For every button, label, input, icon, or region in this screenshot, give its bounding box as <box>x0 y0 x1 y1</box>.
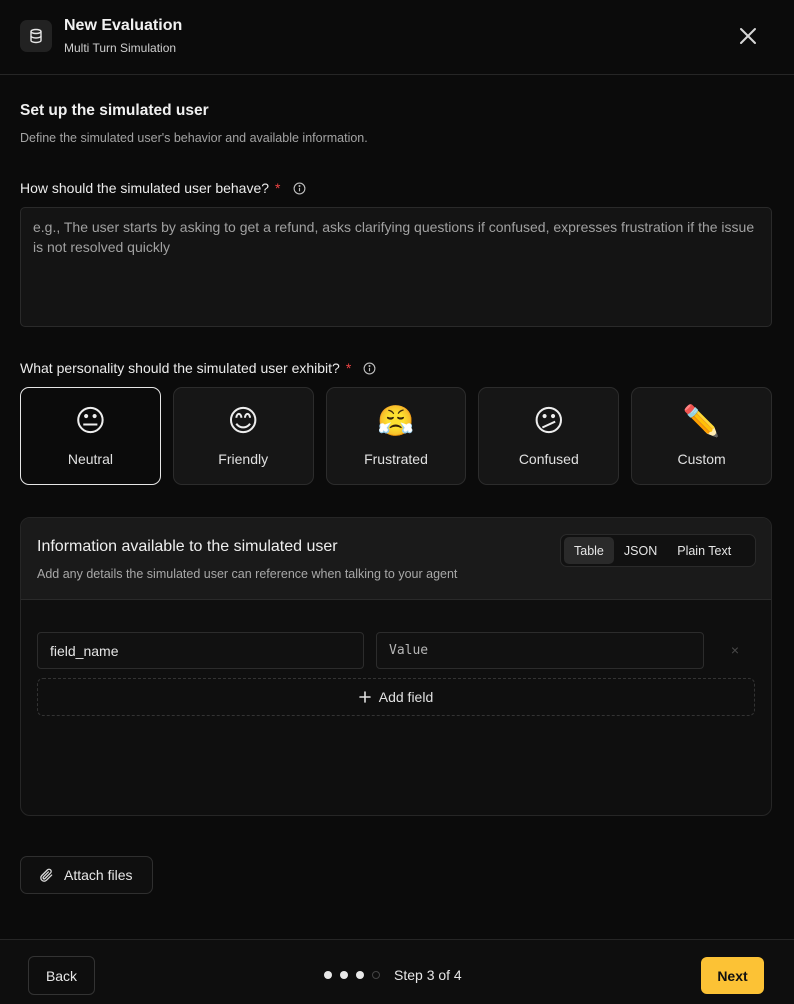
pencil-icon: ✏️ <box>682 405 721 438</box>
info-panel-title: Information available to the simulated u… <box>37 538 338 555</box>
info-panel-description: Add any details the simulated user can r… <box>37 567 458 581</box>
personality-option-frustrated[interactable]: 😤 Frustrated <box>325 387 467 485</box>
modal-header: New Evaluation Multi Turn Simulation <box>0 0 794 75</box>
modal-title: New Evaluation <box>64 17 183 34</box>
back-button[interactable]: Back <box>28 956 95 995</box>
personality-option-custom[interactable]: ✏️ Custom <box>631 387 772 485</box>
personality-option-label: Neutral <box>67 451 113 467</box>
plus-icon <box>358 691 371 703</box>
next-button[interactable]: Next <box>701 957 764 994</box>
personality-option-label: Friendly <box>218 451 269 467</box>
tab-json[interactable]: JSON <box>614 537 667 564</box>
database-icon <box>20 20 52 52</box>
required-mark: * <box>345 360 352 376</box>
personality-option-confused[interactable]: 😕 Confused <box>478 387 620 485</box>
field-name-input[interactable] <box>37 632 364 669</box>
confused-face-icon: 😕 <box>533 405 565 438</box>
add-field-button[interactable]: Add field <box>37 678 755 716</box>
personality-label: What personality should the simulated us… <box>20 360 376 376</box>
behavior-label-text: How should the simulated user behave? <box>20 180 270 196</box>
step-dot <box>372 971 380 979</box>
remove-field-button[interactable]: × <box>728 640 742 660</box>
attach-files-button[interactable]: Attach files <box>20 856 153 894</box>
field-value-input[interactable] <box>376 632 704 669</box>
steaming-face-icon: 😤 <box>377 405 415 438</box>
personality-option-label: Custom <box>677 451 726 467</box>
step-text: Step 3 of 4 <box>394 967 462 983</box>
add-field-label: Add field <box>378 689 434 705</box>
info-icon[interactable] <box>293 182 306 195</box>
personality-option-friendly[interactable]: 😊 Friendly <box>172 387 314 485</box>
step-dot <box>324 971 332 979</box>
behavior-label: How should the simulated user behave? * <box>20 180 306 196</box>
personality-option-label: Confused <box>518 451 579 467</box>
tab-plain-text[interactable]: Plain Text <box>667 537 741 564</box>
behavior-textarea[interactable] <box>20 207 772 327</box>
close-button[interactable] <box>735 23 761 49</box>
info-panel: Information available to the simulated u… <box>20 517 772 816</box>
format-tabs: Table JSON Plain Text <box>560 534 756 567</box>
info-icon[interactable] <box>363 362 376 375</box>
modal-footer: Back Step 3 of 4 Next <box>0 939 794 1004</box>
personality-label-text: What personality should the simulated us… <box>20 360 340 376</box>
smiling-face-icon: 😊 <box>227 405 259 438</box>
section-title: Set up the simulated user <box>20 102 209 119</box>
personality-option-label: Frustrated <box>364 451 428 467</box>
info-panel-header: Information available to the simulated u… <box>21 518 771 600</box>
modal-subtitle: Multi Turn Simulation <box>64 41 177 55</box>
step-indicator <box>324 971 380 979</box>
section-description: Define the simulated user's behavior and… <box>20 131 368 145</box>
step-dot <box>340 971 348 979</box>
personality-options: 😐 Neutral 😊 Friendly 😤 Frustrated 😕 Conf… <box>20 387 772 485</box>
required-mark: * <box>275 180 281 196</box>
tab-table[interactable]: Table <box>564 537 614 564</box>
step-dot <box>356 971 364 979</box>
paperclip-icon <box>40 868 53 882</box>
close-icon <box>740 28 756 44</box>
personality-option-neutral[interactable]: 😐 Neutral <box>20 387 161 485</box>
neutral-face-icon: 😐 <box>74 405 107 438</box>
attach-files-label: Attach files <box>64 867 133 883</box>
